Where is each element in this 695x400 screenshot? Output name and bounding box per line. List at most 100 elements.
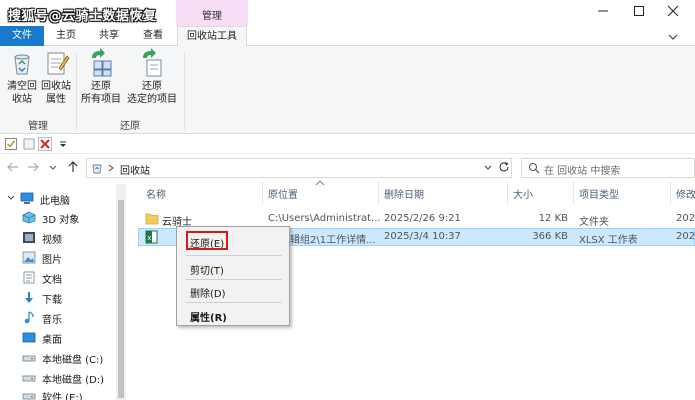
- drive-icon: [22, 355, 36, 362]
- minimize-icon[interactable]: [596, 4, 610, 18]
- nav-item-label: 图片: [42, 255, 62, 266]
- customize-toolbar-icon[interactable]: [56, 137, 70, 151]
- nav-item-label: 视频: [42, 235, 62, 246]
- row-type: XLSX 工作表: [579, 235, 638, 246]
- column-divider[interactable]: [262, 182, 263, 204]
- recent-locations-chevron-icon[interactable]: [46, 160, 60, 174]
- column-header-name[interactable]: 名称: [146, 186, 166, 201]
- close-icon[interactable]: [666, 4, 680, 18]
- tab-view[interactable]: 查看: [134, 26, 172, 46]
- desktop-icon: [22, 332, 36, 343]
- ribbon-group-manage-label: 管理: [28, 121, 48, 132]
- column-header-item-type[interactable]: 项目类型: [579, 186, 619, 201]
- nav-item-drive-e[interactable]: 软件 (E:): [22, 387, 122, 400]
- address-dropdown-icon[interactable]: [483, 163, 493, 173]
- recycle-bin-properties-button[interactable]: 回收站 属性: [40, 48, 72, 112]
- new-folder-icon[interactable]: [22, 137, 36, 151]
- nav-item-label: 音乐: [42, 315, 62, 326]
- row-modified: 2025: [676, 231, 695, 242]
- address-path: 回收站: [120, 166, 150, 177]
- row-date-deleted: 2025/3/4 10:37: [384, 231, 461, 242]
- sort-ascending-icon: [315, 180, 325, 186]
- recycle-bin-icon: [92, 164, 102, 174]
- tab-recycle-bin-tools[interactable]: 回收站工具: [177, 26, 247, 47]
- restore-selected-items-button[interactable]: 还原 选定的项目: [126, 48, 178, 112]
- documents-icon: [23, 271, 35, 284]
- watermark: 搜狐号@云骑士数据恢复: [8, 9, 157, 24]
- properties-check-icon[interactable]: [4, 137, 18, 151]
- nav-item-pictures[interactable]: 图片: [22, 249, 122, 267]
- music-icon: [24, 311, 34, 324]
- restore-selected-icon: [143, 48, 162, 77]
- nav-item-label: 3D 对象: [42, 215, 80, 226]
- nav-item-label: 本地磁盘 (C:): [42, 355, 104, 366]
- tab-home[interactable]: 主页: [48, 26, 84, 46]
- menu-item-delete[interactable]: 删除(D): [190, 285, 226, 300]
- nav-item-3d-objects[interactable]: 3D 对象: [22, 209, 122, 227]
- svg-text:x: x: [147, 234, 151, 242]
- excel-file-icon: x: [145, 230, 158, 244]
- restore-selected-items-label: 还原 选定的项目: [127, 81, 177, 105]
- empty-recycle-bin-button[interactable]: 清空回 收站: [4, 48, 40, 112]
- delete-x-icon[interactable]: [38, 137, 52, 151]
- nav-item-music[interactable]: 音乐: [22, 309, 122, 327]
- column-divider[interactable]: [573, 182, 574, 204]
- forward-arrow-icon[interactable]: [26, 160, 40, 174]
- menu-item-properties[interactable]: 属性(R): [190, 309, 227, 324]
- nav-item-this-pc[interactable]: 此电脑: [20, 190, 120, 208]
- empty-recycle-bin-icon: [14, 54, 30, 75]
- nav-item-label: 本地磁盘 (D:): [42, 375, 105, 386]
- up-arrow-icon[interactable]: [66, 160, 80, 174]
- restore-all-items-label: 还原 所有项目: [81, 81, 121, 105]
- menu-separator: [186, 302, 282, 303]
- nav-item-label: 此电脑: [40, 196, 70, 207]
- search-placeholder: 在 回收站 中搜索: [544, 166, 621, 177]
- nav-item-label: 软件 (E:): [42, 393, 83, 400]
- row-size: 12 KB: [538, 213, 568, 224]
- nav-item-label: 下载: [42, 295, 62, 306]
- nav-item-label: 文档: [42, 275, 62, 286]
- chevron-down-icon[interactable]: [666, 30, 680, 44]
- empty-recycle-bin-label: 清空回 收站: [7, 81, 37, 105]
- ribbon-group-divider: [184, 52, 185, 130]
- nav-item-drive-d[interactable]: 本地磁盘 (D:): [22, 369, 122, 387]
- menu-item-cut[interactable]: 剪切(T): [190, 262, 224, 277]
- recycle-bin-properties-label: 回收站 属性: [41, 81, 71, 105]
- nav-item-videos[interactable]: 视频: [22, 229, 122, 247]
- tab-share[interactable]: 共享: [90, 26, 128, 46]
- quick-access-toolbar: [0, 134, 695, 154]
- menu-separator: [186, 255, 282, 256]
- restore-all-items-button[interactable]: 还原 所有项目: [78, 48, 124, 112]
- drive-icon: [22, 375, 36, 382]
- row-size: 366 KB: [532, 231, 568, 242]
- expand-chevron-icon[interactable]: [6, 193, 16, 203]
- row-original-location: 辑组2\1工作详情...: [290, 235, 376, 246]
- context-tab-header-label: 管理: [202, 11, 222, 22]
- column-header-size[interactable]: 大小: [513, 186, 533, 201]
- nav-item-downloads[interactable]: 下载: [22, 289, 122, 307]
- nav-pane-scrollbar-thumb[interactable]: [118, 200, 124, 398]
- column-header-original-location[interactable]: 原位置: [268, 186, 298, 201]
- row-type: 文件夹: [579, 217, 609, 228]
- column-divider[interactable]: [507, 182, 508, 204]
- column-header-date-deleted[interactable]: 删除日期: [384, 186, 424, 201]
- column-divider[interactable]: [670, 182, 671, 204]
- tab-file[interactable]: 文件: [0, 26, 44, 46]
- drive-icon: [22, 393, 36, 400]
- refresh-icon[interactable]: [498, 161, 510, 173]
- folder-icon: [145, 213, 159, 225]
- pc-icon: [20, 192, 34, 204]
- pictures-icon: [22, 251, 36, 264]
- column-header-modified[interactable]: 修改: [676, 186, 695, 201]
- nav-item-documents[interactable]: 文档: [22, 269, 122, 287]
- nav-item-drive-c[interactable]: 本地磁盘 (C:): [22, 349, 122, 367]
- breadcrumb-chevron-icon[interactable]: [106, 163, 116, 173]
- row-modified: 2025: [676, 213, 695, 224]
- column-divider[interactable]: [378, 182, 379, 204]
- restore-all-icon: [92, 48, 112, 77]
- maximize-icon[interactable]: [632, 4, 646, 18]
- video-icon: [23, 232, 35, 243]
- ribbon-group-restore-label: 还原: [120, 121, 140, 132]
- back-arrow-icon[interactable]: [6, 160, 20, 174]
- nav-item-desktop[interactable]: 桌面: [22, 329, 122, 347]
